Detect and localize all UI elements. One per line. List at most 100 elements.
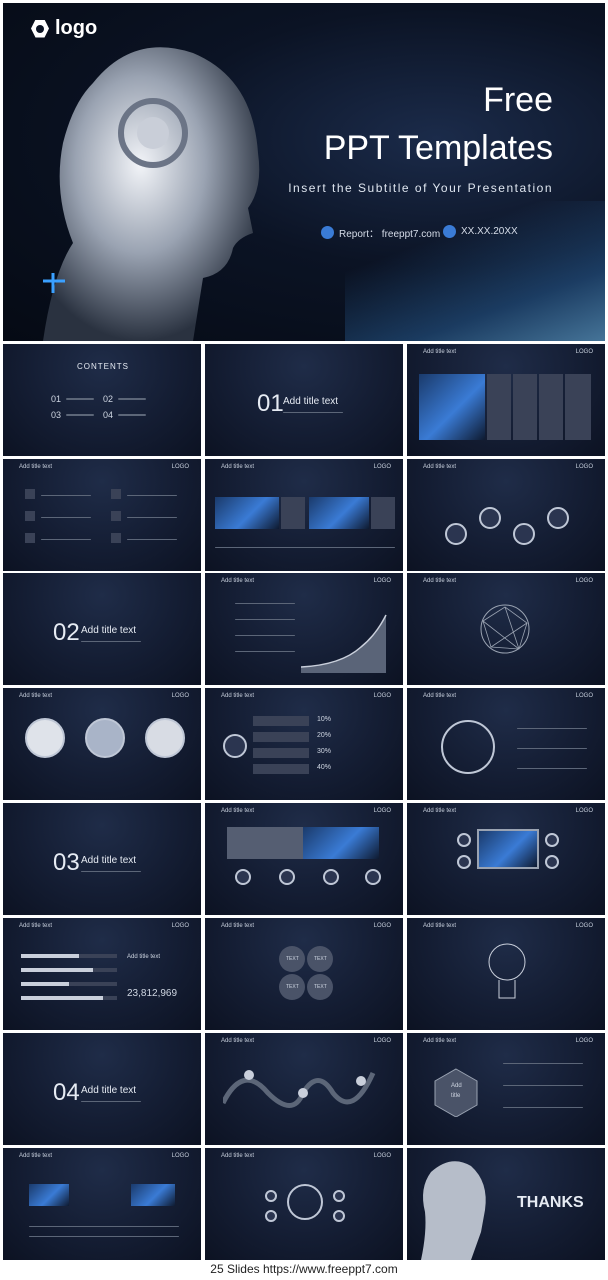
- slide-lightbulb[interactable]: Add title text LOGO: [407, 918, 605, 1030]
- pen-icon: [25, 511, 35, 521]
- slide-header: Add title text: [19, 693, 53, 699]
- slide-hexagon[interactable]: Add title text LOGO Add title: [407, 1033, 605, 1145]
- slide-cycle-diagram[interactable]: Add title text LOGO: [407, 688, 605, 800]
- percent-label: 40%: [317, 764, 332, 771]
- list-bar: [253, 748, 309, 758]
- thanks-title: THANKS: [517, 1194, 584, 1211]
- section-line: [81, 1101, 141, 1102]
- slide-four-text[interactable]: Add title text LOGO TEXT TEXT TEXT TEXT: [205, 918, 403, 1030]
- progress-track: [21, 968, 117, 972]
- text-banner: [227, 827, 303, 859]
- feature-icon: [235, 869, 251, 885]
- section-number: 03: [53, 849, 80, 876]
- slide-header: Add title text: [423, 578, 457, 584]
- text-petal: TEXT: [279, 946, 305, 972]
- slide-radial-diagram[interactable]: Add title text LOGO: [205, 1148, 403, 1260]
- footer-caption: 25 Slides https://www.freeppt7.com: [210, 1262, 398, 1276]
- slide-wave-timeline[interactable]: Add title text LOGO: [205, 1033, 403, 1145]
- slide-logo: LOGO: [575, 808, 593, 814]
- text-line: [127, 517, 177, 518]
- slide-images-row[interactable]: Add title text LOGO: [407, 344, 605, 456]
- cycle-ring: [441, 720, 495, 774]
- progress-track: [21, 982, 117, 986]
- slide-header: Add title text: [423, 923, 457, 929]
- robot-head-image: [43, 47, 260, 341]
- feature-icon: [365, 869, 381, 885]
- center-circle: [223, 734, 247, 758]
- slide-logo: LOGO: [575, 349, 593, 355]
- toc-line: [66, 414, 94, 416]
- section-title: Add title text: [81, 1085, 137, 1096]
- wave-line-graphic: [223, 1070, 376, 1108]
- date-text: XX.XX.20XX: [461, 226, 518, 237]
- slide-header: Add title text: [221, 923, 255, 929]
- subtitle: Insert the Subtitle of Your Presentation: [288, 181, 553, 195]
- section-line: [283, 412, 343, 413]
- text-line: [235, 651, 295, 652]
- slide-section-02[interactable]: 02 Add title text: [3, 573, 201, 685]
- slide-thanks[interactable]: THANKS: [407, 1148, 605, 1260]
- slide-section-01[interactable]: 01 Add title text: [205, 344, 403, 456]
- slide-section-03[interactable]: 03 Add title text: [3, 803, 201, 915]
- slide-image-text[interactable]: Add title text LOGO: [3, 1148, 201, 1260]
- side-icon: [545, 855, 559, 869]
- slide-header: Add title text: [19, 1153, 53, 1159]
- percent-label: 20%: [317, 732, 332, 739]
- hero-slide: logo Free PPT Templates Insert the Subti…: [3, 3, 605, 341]
- slide-card: [281, 497, 305, 529]
- section-number: 04: [53, 1079, 80, 1106]
- slide-image: [29, 1184, 69, 1206]
- slide-image: [131, 1184, 175, 1206]
- contents-title: CONTENTS: [77, 362, 129, 371]
- portrait-image: [145, 718, 185, 758]
- radial-node: [265, 1190, 277, 1202]
- slide-card: [371, 497, 395, 529]
- text-petal: TEXT: [279, 974, 305, 1000]
- list-bar: [253, 716, 309, 726]
- slide-header: Add title text: [221, 808, 255, 814]
- tool-icon: [25, 489, 35, 499]
- slide-header: Add title text: [221, 578, 255, 584]
- list-bar: [253, 732, 309, 742]
- text-line: [503, 1107, 583, 1108]
- slide-header: Add title text: [423, 349, 457, 355]
- circle-image: [479, 507, 501, 529]
- slide-logo: LOGO: [373, 1038, 391, 1044]
- progress-track: [21, 996, 117, 1000]
- slide-monitor[interactable]: Add title text LOGO: [407, 803, 605, 915]
- slide-logo: LOGO: [171, 1153, 189, 1159]
- slide-circles-chain[interactable]: Add title text LOGO: [407, 459, 605, 571]
- slide-logo: LOGO: [575, 923, 593, 929]
- slide-header: Add title text: [19, 923, 53, 929]
- slide-logo: LOGO: [373, 923, 391, 929]
- slide-card: [539, 374, 563, 440]
- slide-percent-list[interactable]: Add title text LOGO 10% 20% 30% 40%: [205, 688, 403, 800]
- toc-line: [66, 398, 94, 400]
- slide-icon-list[interactable]: Add title text LOGO: [3, 459, 201, 571]
- slide-progress-bars[interactable]: Add title text LOGO Add title text 23,81…: [3, 918, 201, 1030]
- toc-num-3: 03: [51, 410, 62, 420]
- slide-contents[interactable]: CONTENTS 01 03 02 04: [3, 344, 201, 456]
- slide-growth-chart[interactable]: Add title text LOGO: [205, 573, 403, 685]
- logo-text: logo: [55, 17, 98, 39]
- portrait-image: [85, 718, 125, 758]
- report-text: Report： freeppt7.com: [339, 229, 441, 240]
- growth-area-chart: [301, 614, 387, 673]
- feature-icon: [323, 869, 339, 885]
- slide-section-04[interactable]: 04 Add title text: [3, 1033, 201, 1145]
- slide-logo: LOGO: [373, 808, 391, 814]
- section-title: Add title text: [283, 396, 339, 407]
- slide-banner-icons[interactable]: Add title text LOGO: [205, 803, 403, 915]
- slide-three-portraits[interactable]: Add title text LOGO: [3, 688, 201, 800]
- text-line: [41, 539, 91, 540]
- slide-two-images[interactable]: Add title text LOGO: [205, 459, 403, 571]
- slide-logo: LOGO: [575, 693, 593, 699]
- slide-header: Add title text: [221, 1153, 255, 1159]
- text-line: [235, 603, 295, 604]
- section-line: [81, 641, 141, 642]
- list-bar: [253, 764, 309, 774]
- slide-network-sphere[interactable]: Add title text LOGO: [407, 573, 605, 685]
- toc-num-4: 04: [103, 410, 114, 420]
- percent-label: 30%: [317, 748, 332, 755]
- radial-node: [265, 1210, 277, 1222]
